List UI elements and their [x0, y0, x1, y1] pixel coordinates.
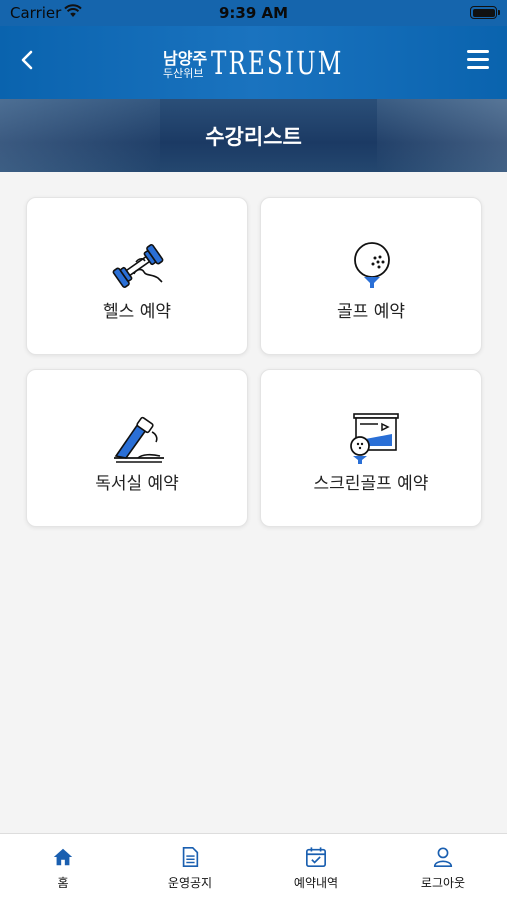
tab-notice[interactable]: 운영공지 — [127, 834, 253, 900]
tab-logout[interactable]: 로그아웃 — [380, 834, 506, 900]
bottom-tab-bar: 홈 운영공지 예약내역 로그아웃 — [0, 833, 507, 900]
screen-golf-reservation-card[interactable]: 스크린골프 예약 — [260, 369, 482, 527]
tab-notice-label: 운영공지 — [167, 876, 213, 890]
notice-icon — [182, 847, 199, 867]
battery-icon — [470, 6, 500, 19]
screen-golf-icon — [350, 413, 399, 464]
page-title: 수강리스트 — [205, 125, 302, 149]
screen-golf-reservation-label: 스크린골프 예약 — [313, 474, 429, 494]
golf-reservation-card[interactable]: 골프 예약 — [260, 197, 482, 355]
hamburger-menu-icon[interactable] — [467, 50, 489, 70]
reading-room-reservation-label: 독서실 예약 — [95, 474, 179, 494]
reading-room-icon — [114, 416, 164, 463]
tab-reservations-label: 예약내역 — [293, 876, 339, 890]
clock: 9:39 AM — [218, 4, 289, 22]
tab-home-label: 홈 — [57, 876, 69, 890]
navigation-bar: 남양주 두산위브 TRESIUM — [0, 26, 507, 99]
user-icon — [433, 847, 453, 867]
golf-ball-icon — [354, 242, 390, 288]
dumbbell-icon — [112, 244, 164, 288]
status-bar: Carrier 9:39 AM — [0, 0, 507, 26]
home-icon — [53, 848, 73, 866]
reading-room-reservation-card[interactable]: 독서실 예약 — [26, 369, 248, 527]
tab-home[interactable]: 홈 — [0, 834, 126, 900]
gym-reservation-label: 헬스 예약 — [103, 302, 171, 322]
logo-brand-text: TRESIUM — [211, 44, 344, 82]
back-arrow-icon[interactable] — [14, 46, 42, 74]
calendar-check-icon — [306, 847, 326, 867]
page-banner: 수강리스트 — [0, 99, 507, 172]
logo-korean-bottom: 두산위브 — [163, 67, 204, 80]
tab-reservations[interactable]: 예약내역 — [253, 834, 379, 900]
tab-logout-label: 로그아웃 — [420, 876, 466, 890]
golf-reservation-label: 골프 예약 — [337, 302, 405, 322]
gym-reservation-card[interactable]: 헬스 예약 — [26, 197, 248, 355]
